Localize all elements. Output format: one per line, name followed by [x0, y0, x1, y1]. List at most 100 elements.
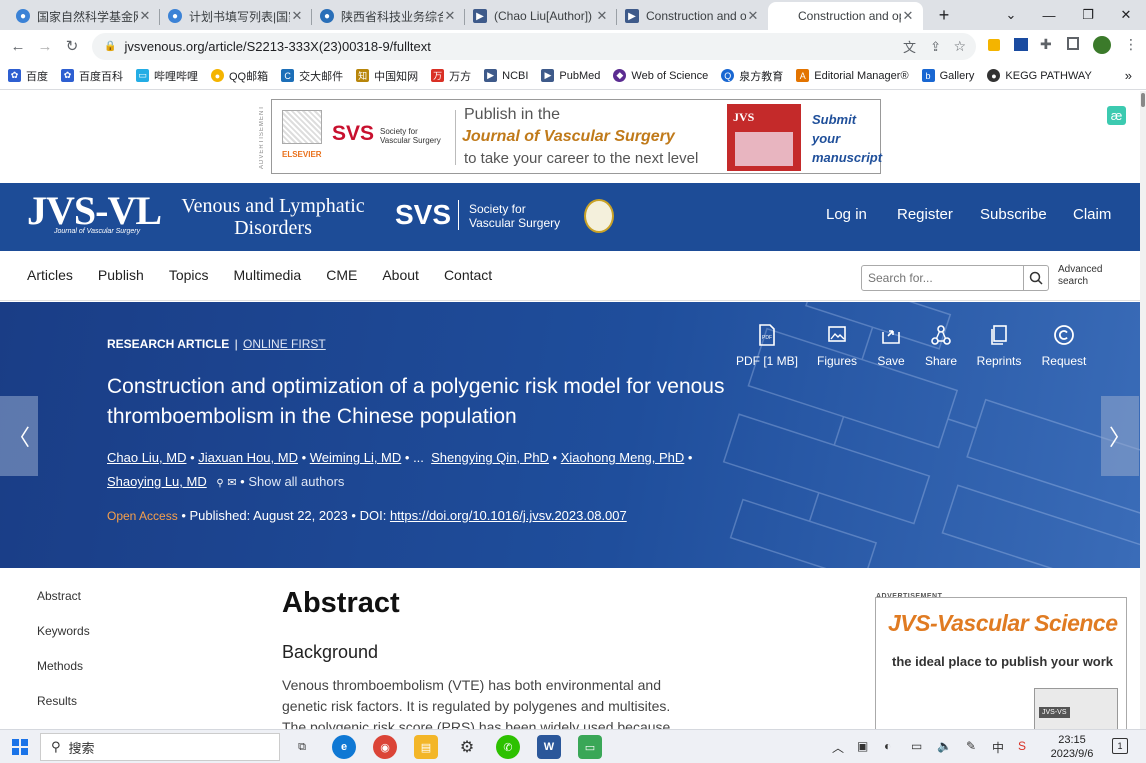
share-action[interactable]: Share	[922, 324, 960, 368]
bookmark-item[interactable]: ● QQ邮箱	[211, 68, 268, 84]
nav-about[interactable]: About	[382, 267, 419, 283]
browser-tab-active[interactable]: Construction and opt ✕	[768, 2, 923, 30]
extension-icon[interactable]	[1014, 38, 1028, 51]
volume-icon[interactable]: 🔈	[937, 739, 952, 753]
ae-extension-icon[interactable]: æ	[1107, 106, 1126, 125]
bookmark-item[interactable]: C 交大邮件	[281, 68, 343, 84]
search-button[interactable]	[1023, 266, 1048, 290]
save-action[interactable]: Save	[874, 324, 908, 368]
outline-abstract[interactable]: Abstract	[37, 589, 90, 624]
nav-articles[interactable]: Articles	[27, 267, 73, 283]
windows-start-icon[interactable]	[12, 739, 28, 755]
page-scrollbar[interactable]	[1140, 91, 1146, 729]
bookmark-item[interactable]: ◆ Web of Science	[613, 69, 708, 82]
window-close-icon[interactable]: ✕	[1107, 0, 1145, 30]
sogou-icon[interactable]: S	[1018, 739, 1026, 753]
browser-tab[interactable]: ● 国家自然科学基金网络 ✕	[8, 2, 160, 30]
file-explorer-icon[interactable]: ▤	[414, 735, 438, 759]
nav-cme[interactable]: CME	[326, 267, 357, 283]
subscribe-link[interactable]: Subscribe	[980, 206, 1047, 223]
top-advertisement[interactable]: ADVERTISEMENT ELSEVIER SVS Society for V…	[259, 99, 882, 174]
browser-tab[interactable]: ▶ (Chao Liu[Author]) - ✕	[465, 2, 617, 30]
close-icon[interactable]: ✕	[901, 8, 915, 24]
bookmark-item[interactable]: 万万方	[431, 68, 471, 84]
bookmark-item[interactable]: Q 泉方教育	[721, 68, 783, 84]
ime-icon[interactable]: 中	[992, 739, 1004, 756]
bookmark-star-icon[interactable]: ☆	[953, 38, 966, 55]
browser-tab[interactable]: ▶ Construction and opt ✕	[617, 2, 768, 30]
tray-icon[interactable]: ◐	[884, 739, 891, 753]
word-icon[interactable]: W	[537, 735, 561, 759]
avatar[interactable]	[1093, 36, 1111, 54]
show-all-authors-link[interactable]: Show all authors	[248, 474, 344, 489]
nav-publish[interactable]: Publish	[98, 267, 144, 283]
bookmark-item[interactable]: 知中国知网	[356, 68, 418, 84]
bookmark-item[interactable]: ▭ 哔哩哔哩	[136, 68, 198, 84]
browser-tab[interactable]: ● 陕西省科技业务综合管 ✕	[312, 2, 465, 30]
settings-icon[interactable]: ⚙	[455, 735, 479, 759]
pen-icon[interactable]: ✎	[966, 739, 976, 753]
author-link[interactable]: Shaoying Lu, MD	[107, 474, 207, 489]
clock[interactable]: 23:15 2023/9/6	[1048, 733, 1096, 761]
outline-keywords[interactable]: Keywords	[37, 624, 90, 659]
bookmark-item[interactable]: ▶ PubMed	[541, 69, 600, 82]
notification-icon[interactable]: 1	[1112, 738, 1128, 754]
advanced-search-link[interactable]: Advanced search	[1058, 264, 1102, 288]
sidepanel-icon[interactable]	[1067, 37, 1079, 50]
author-link[interactable]: Chao Liu, MD	[107, 450, 186, 465]
bookmark-item[interactable]: ▶ NCBI	[484, 69, 528, 82]
register-link[interactable]: Register	[897, 206, 953, 223]
reprints-action[interactable]: Reprints	[975, 324, 1023, 368]
scrollbar-thumb[interactable]	[1141, 93, 1145, 107]
browser-tab[interactable]: ● 计划书填写列表|国家自 ✕	[160, 2, 312, 30]
nav-topics[interactable]: Topics	[169, 267, 209, 283]
chrome-icon[interactable]: ◉	[373, 735, 397, 759]
close-icon[interactable]: ✕	[746, 8, 760, 24]
figures-action[interactable]: Figures	[815, 324, 859, 368]
svs-logo[interactable]: SVS	[395, 199, 451, 231]
translate-icon[interactable]: 文	[903, 37, 916, 56]
close-icon[interactable]: ✕	[595, 8, 609, 24]
bookmarks-overflow[interactable]: »	[1125, 68, 1132, 83]
carousel-next-button[interactable]: 〉	[1101, 396, 1139, 476]
edge-icon[interactable]: e	[332, 735, 356, 759]
chevron-up-icon[interactable]: ︿	[832, 739, 844, 756]
outline-methods[interactable]: Methods	[37, 659, 90, 694]
nav-contact[interactable]: Contact	[444, 267, 492, 283]
search-input[interactable]	[862, 266, 1023, 290]
email-icon[interactable]: ✉	[227, 477, 236, 489]
puzzle-icon[interactable]: ✚	[1040, 36, 1052, 53]
carousel-prev-button[interactable]: 〈	[0, 396, 38, 476]
author-link[interactable]: Jiaxuan Hou, MD	[198, 450, 298, 465]
bookmark-item[interactable]: A Editorial Manager®	[796, 69, 909, 82]
close-icon[interactable]: ✕	[290, 8, 304, 24]
wechat-icon[interactable]: ✆	[496, 735, 520, 759]
submit-manuscript-link[interactable]: Submit your manuscript	[812, 110, 882, 167]
bookmark-item[interactable]: ✿ 百度百科	[61, 68, 123, 84]
claim-link[interactable]: Claim	[1073, 206, 1111, 223]
pdf-action[interactable]: PDF PDF [1 MB]	[736, 324, 798, 368]
extension-icon[interactable]	[988, 39, 1000, 51]
author-link[interactable]: Weiming Li, MD	[310, 450, 402, 465]
menu-dots-icon[interactable]: ⋮	[1124, 36, 1138, 53]
site-logo[interactable]: JVS-VL	[27, 191, 162, 231]
share-page-icon[interactable]: ⇪	[930, 39, 941, 55]
restore-icon[interactable]: ❐	[1069, 0, 1107, 30]
doi-link[interactable]: https://doi.org/10.1016/j.jvsv.2023.08.0…	[390, 508, 627, 523]
reload-icon[interactable]: ↻	[59, 33, 85, 59]
login-link[interactable]: Log in	[826, 206, 867, 223]
close-icon[interactable]: ✕	[443, 8, 457, 24]
outline-results[interactable]: Results	[37, 694, 90, 729]
battery-icon[interactable]: ▭	[911, 739, 922, 753]
bookmark-item[interactable]: ✿ 百度	[8, 68, 48, 84]
bookmark-item[interactable]: ● KEGG PATHWAY	[987, 69, 1092, 82]
online-first-link[interactable]: ONLINE FIRST	[243, 337, 326, 351]
bookmark-item[interactable]: b Gallery	[921, 69, 974, 82]
author-ellipsis[interactable]: ...	[413, 450, 424, 465]
close-icon[interactable]: ✕	[138, 8, 152, 24]
right-advertisement[interactable]: JVS-Vascular Science the ideal place to …	[875, 597, 1127, 729]
remote-desktop-icon[interactable]: ▭	[578, 735, 602, 759]
request-action[interactable]: Request	[1039, 324, 1089, 368]
author-link[interactable]: Shengying Qin, PhD	[431, 450, 549, 465]
task-view-icon[interactable]: ⧉	[290, 735, 314, 759]
